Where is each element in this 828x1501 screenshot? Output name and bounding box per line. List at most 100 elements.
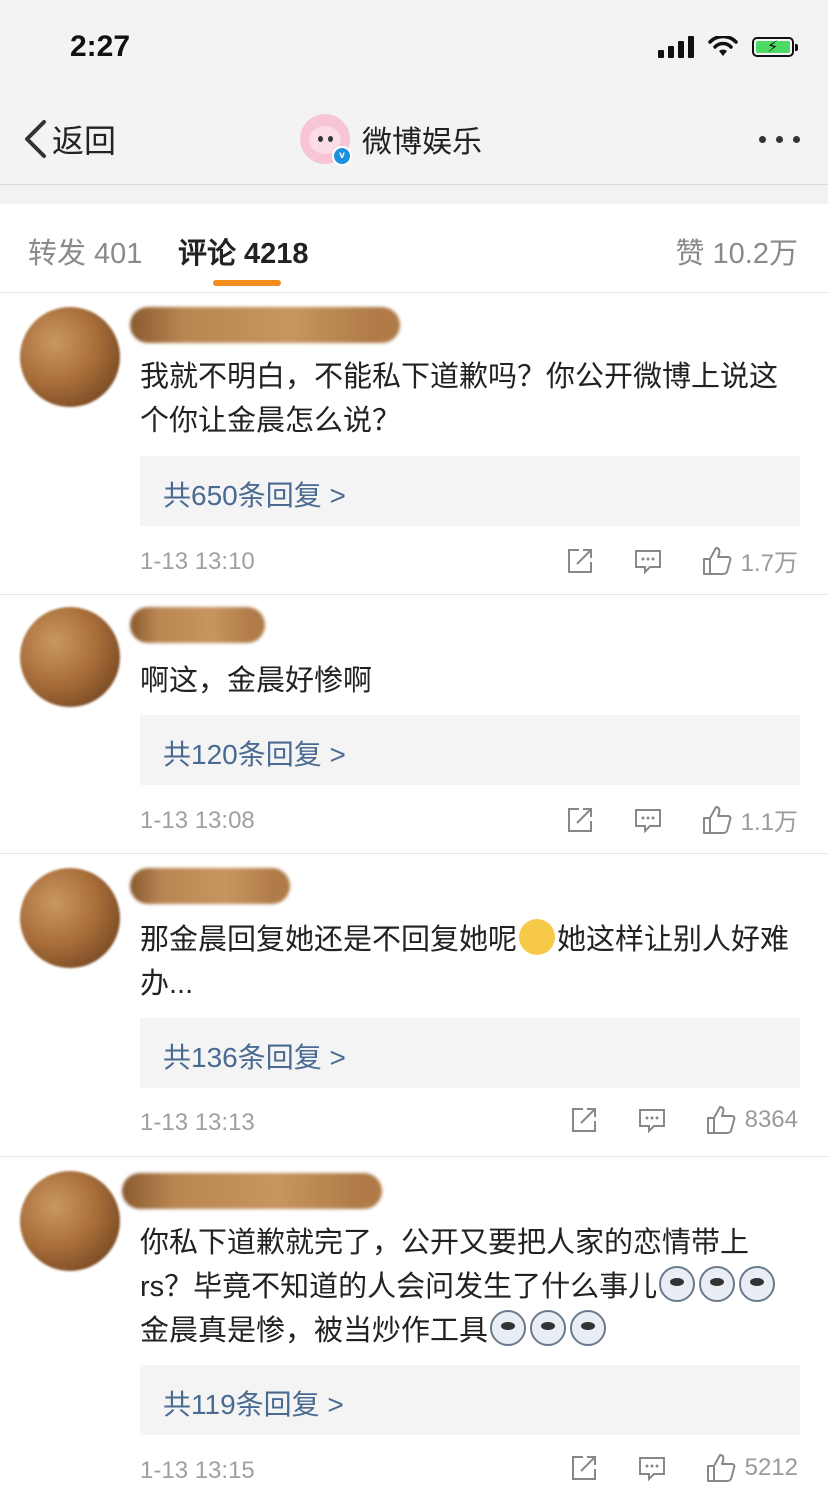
like-button[interactable]: 8364 [705,1104,798,1136]
like-count: 8364 [744,1106,798,1133]
status-time: 2:27 [70,30,131,63]
husky-emoji-icon [570,1310,607,1346]
back-button[interactable]: 返回 [22,116,116,162]
comment-text: 那金晨回复她还是不回复她呢 她这样让别人好难办... [140,918,800,1006]
tab-reposts[interactable]: 转发 401 [28,230,142,272]
wifi-icon [708,36,738,56]
tab-reposts-label: 转发 [28,238,87,270]
share-button[interactable] [565,805,595,835]
verified-badge-icon: v [332,146,352,166]
page-title: 微博娱乐 [362,126,482,159]
comment-icon [638,1457,665,1482]
tab-comments[interactable]: 评论 4218 [178,230,309,272]
commenter-name-redacted[interactable] [130,307,400,343]
share-button[interactable] [569,1105,599,1135]
share-icon [567,807,592,832]
comment-button[interactable] [633,805,663,835]
more-options-button[interactable] [759,136,800,143]
thumbs-up-icon [702,546,732,575]
back-label: 返回 [52,123,117,159]
comment-button[interactable] [637,1105,667,1135]
battery-icon: ⚡ [752,37,798,57]
tab-comments-label: 评论 [178,238,237,270]
comment-timestamp: 1-13 13:15 [140,1457,255,1484]
comment-text: 我就不明白，不能私下道歉吗？你公开微博上说这个你让金晨怎么说？ [140,361,779,437]
comment-text: 啊这，金晨好惨啊 [140,665,373,697]
commenter-avatar[interactable] [20,607,120,707]
comment-actions: 8364 [569,1104,798,1136]
like-button[interactable]: 5212 [705,1452,798,1484]
husky-emoji-icon [739,1266,776,1302]
comment-text-part: 那金晨回复她还是不回复她呢 [140,924,518,956]
account-header[interactable]: v 微博娱乐 [300,114,482,166]
share-icon [567,548,592,573]
replies-count-link: 共119条回复 > [163,1389,344,1420]
comment-button[interactable] [633,546,663,576]
tab-comments-count: 4218 [244,238,309,270]
tab-reposts-count: 401 [94,238,143,270]
view-replies-button[interactable]: 共136条回复 > [140,1018,800,1088]
like-count: 1.1万 [740,809,798,836]
comment-timestamp: 1-13 13:08 [140,807,255,834]
thumbs-up-icon [706,1106,735,1134]
share-icon [571,1456,596,1480]
share-button[interactable] [569,1453,599,1483]
navigation-bar: 返回 v 微博娱乐 [0,100,828,185]
commenter-name-redacted[interactable] [130,607,265,643]
commenter-name-redacted[interactable] [130,868,290,904]
replies-count-link: 共650条回复 > [163,480,346,511]
cellular-signal-icon [658,36,694,58]
tab-likes[interactable]: 赞 10.2万 [676,230,798,272]
view-replies-button[interactable]: 共120条回复 > [140,715,800,785]
like-button[interactable]: 1.1万 [701,802,798,837]
active-tab-indicator [213,280,281,286]
husky-emoji-icon [659,1266,696,1302]
comment-icon [634,808,661,833]
more-dot-icon [759,136,766,143]
section-divider [0,185,828,204]
commenter-avatar[interactable] [20,868,120,968]
comment-text-part: 你私下道歉就完了，公开又要把人家的恋情带上rs？毕竟不知道的人会问发生了什么事儿 [140,1227,750,1303]
thumbs-up-icon [702,805,732,834]
share-button[interactable] [565,546,595,576]
comment-text: 你私下道歉就完了，公开又要把人家的恋情带上rs？毕竟不知道的人会问发生了什么事儿… [140,1221,800,1353]
comment-item: 我就不明白，不能私下道歉吗？你公开微博上说这个你让金晨怎么说？ 共650条回复 … [0,293,828,595]
tab-bar: 转发 401 评论 4218 赞 10.2万 [0,204,828,293]
thumbs-up-icon [706,1454,735,1482]
comment-actions: 1.1万 [565,802,798,837]
comment-item: 啊这，金晨好惨啊 共120条回复 > 1-13 13:08 1.1万 [0,595,828,854]
commenter-name-redacted[interactable] [122,1173,382,1209]
account-avatar: v [300,114,352,166]
tab-likes-count: 10.2万 [712,238,798,270]
comment-timestamp: 1-13 13:13 [140,1109,255,1136]
comment-text-part: 金晨真是惨，被当炒作工具 [140,1315,489,1347]
commenter-avatar[interactable] [20,307,120,407]
status-bar: 2:27 ⚡ [0,0,828,100]
like-button[interactable]: 1.7万 [701,543,798,578]
comment-icon [634,549,661,574]
more-dot-icon [776,136,783,143]
like-count: 1.7万 [740,550,798,577]
comment-timestamp: 1-13 13:10 [140,548,255,575]
view-replies-button[interactable]: 共119条回复 > [140,1365,800,1435]
tab-likes-label: 赞 [675,238,705,270]
smirk-emoji-icon [519,919,556,955]
husky-emoji-icon [530,1310,567,1346]
replies-count-link: 共120条回复 > [163,739,346,770]
husky-emoji-icon [699,1266,736,1302]
status-icons: ⚡ [658,36,798,58]
comment-actions: 5212 [569,1452,798,1484]
chevron-left-icon [25,120,46,158]
comment-item: 你私下道歉就完了，公开又要把人家的恋情带上rs？毕竟不知道的人会问发生了什么事儿… [0,1157,828,1501]
husky-emoji-icon [490,1310,527,1346]
share-icon [571,1108,596,1132]
like-count: 5212 [744,1454,798,1481]
comment-actions: 1.7万 [565,543,798,578]
comment-icon [638,1109,665,1134]
commenter-avatar[interactable] [20,1171,120,1271]
replies-count-link: 共136条回复 > [163,1042,346,1073]
more-dot-icon [793,136,800,143]
comment-item: 那金晨回复她还是不回复她呢 她这样让别人好难办... 共136条回复 > 1-13… [0,854,828,1157]
view-replies-button[interactable]: 共650条回复 > [140,456,800,526]
comment-button[interactable] [637,1453,667,1483]
